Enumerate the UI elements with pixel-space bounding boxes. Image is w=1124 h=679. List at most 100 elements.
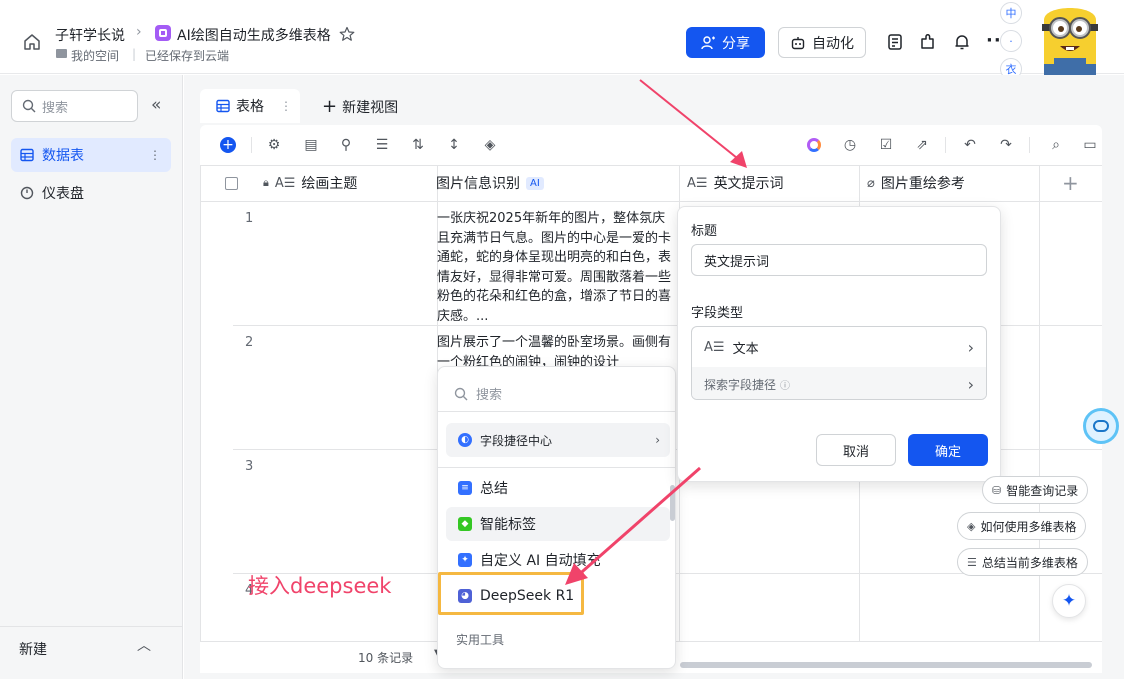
home-icon[interactable] [23,33,41,51]
menu-item-label: 智能标签 [480,517,536,533]
table-icon [20,148,34,162]
column-header-prompt[interactable]: A☰ 英文提示词 [687,165,784,201]
text-field-icon: A☰ [687,175,708,191]
ai-badge: AI [526,176,544,190]
collapse-sidebar-icon[interactable]: « [151,95,161,115]
fill-color-icon[interactable]: ◈ [480,135,500,155]
chevron-up-icon[interactable]: ︿ [137,635,151,655]
divider [0,626,183,627]
my-space-link[interactable]: 我的空间 [71,47,119,64]
field-config-icon[interactable]: ▤ [301,135,321,155]
field-title-input[interactable]: 英文提示词 [691,244,987,276]
divider [438,411,675,412]
new-button[interactable]: 新建 [19,639,47,659]
shortcut-center-icon: ◐ [458,433,472,447]
column-label: 英文提示词 [713,176,784,192]
menu-item-shortcut-center[interactable]: ◐ 字段捷径中心 › [446,423,670,457]
how-to-use-pill[interactable]: ◈ 如何使用多维表格 [957,512,1087,540]
chevron-right-icon: › [967,374,974,394]
star-icon[interactable] [339,26,355,42]
graduation-cap-icon: ◈ [967,519,976,533]
more-vertical-icon[interactable]: ⋮ [149,148,161,162]
menu-item-label: 字段捷径中心 [480,433,553,448]
group-icon[interactable]: ☰ [372,135,392,155]
search-records-icon[interactable]: ⌕ [1046,135,1066,155]
share-label: 分享 [722,35,750,52]
menu-search-placeholder: 搜索 [476,388,503,403]
ai-assistant-icon[interactable] [804,135,824,155]
settings-icon[interactable]: ⚙ [264,135,284,155]
cancel-label: 取消 [842,444,869,460]
folder-icon [56,49,67,58]
field-type-current[interactable]: A☰ 文本 › [692,327,986,367]
ai-assistant-sparkle-icon[interactable]: ✦ [1052,584,1086,618]
select-all-checkbox[interactable] [225,177,238,190]
summarize-pill[interactable]: ☰ 总结当前多维表格 [957,548,1088,576]
info-icon[interactable]: ⓘ [780,377,790,392]
explore-shortcut-row[interactable]: 探索字段捷径 ⓘ › [692,367,986,399]
horizontal-scrollbar[interactable] [680,662,1092,668]
form-icon[interactable] [886,33,904,51]
sort-icon[interactable]: ⇅ [408,135,428,155]
ime-emoji-icon[interactable]: · [1000,30,1022,52]
field-type-select[interactable]: A☰ 文本 › 探索字段捷径 ⓘ › [691,326,987,400]
undo-icon[interactable]: ↶ [960,135,980,155]
menu-item-smart-tag[interactable]: ◆ 智能标签 [446,507,670,541]
checklist-icon[interactable]: ☑ [876,135,896,155]
column-header-reference[interactable]: ⌀ 图片重绘参考 [867,165,965,201]
column-header-recognition[interactable]: 图片信息识别 AI [436,165,544,201]
field-type-value: 文本 [732,341,759,357]
breadcrumb-workspace[interactable]: 子轩学长说 [55,25,125,45]
annotation-label: 接入deepseek [248,574,392,598]
search-icon [22,99,36,113]
confirm-button[interactable]: 确定 [908,434,988,466]
row-height-icon[interactable]: ↕ [444,135,464,155]
new-view-label: 新建视图 [342,100,399,116]
record-count: 10 条记录 [358,651,414,665]
pill-label: 智能查询记录 [1006,483,1079,498]
more-vertical-icon[interactable]: ⋮ [280,99,292,113]
ime-emoji-char: · [1009,34,1013,48]
add-column-icon[interactable]: + [1062,171,1079,195]
filter-icon[interactable]: ⚲ [336,135,356,155]
robot-icon [791,36,805,49]
field-title-value: 英文提示词 [704,254,770,270]
save-status: 已经保存到云端 [145,49,230,63]
tab-grid-view[interactable]: 表格 ⋮ [200,89,300,123]
sidebar-item-label: 仪表盘 [42,186,84,202]
field-type-label: 字段类型 [691,306,744,321]
top-bar: 子轩学长说 › AI绘图自动生成多维表格 我的空间 | 已经保存到云端 分享 自… [0,0,1124,82]
comment-icon[interactable]: ▭ [1080,135,1100,155]
divider: | [132,47,137,61]
cell-recognition[interactable]: 一张庆祝2025年新年的图片，整体氛庆且充满节日气息。图片的中心是一爱的卡通蛇，… [437,209,677,324]
share-out-icon[interactable]: ⇗ [912,135,932,155]
automation-label: 自动化 [812,35,854,52]
cancel-button[interactable]: 取消 [816,434,896,466]
tag-icon: ◆ [458,517,472,531]
table-icon [216,99,230,113]
menu-item-summary[interactable]: ≡ 总结 [446,471,670,505]
new-view-button[interactable]: + 新建视图 [322,97,398,117]
ime-language-icon[interactable]: 中 [1000,2,1022,24]
sidebar-item-datatable[interactable]: 数据表 ⋮ [11,138,171,172]
menu-search-input[interactable]: 搜索 [454,384,502,403]
share-button[interactable]: 分享 [686,27,765,58]
add-record-icon[interactable]: + [220,137,236,153]
plugin-icon[interactable] [919,33,937,51]
history-icon[interactable]: ◷ [840,135,860,155]
menu-scrollbar[interactable] [670,485,675,521]
automation-button[interactable]: 自动化 [778,27,866,58]
bell-icon[interactable] [953,33,971,51]
query-history-pill[interactable]: ⛁ 智能查询记录 [982,476,1089,504]
sidebar-search-input[interactable]: 搜索 [11,90,138,122]
menu-item-label: 自定义 AI 自动填充 [480,553,601,569]
doc-title[interactable]: AI绘图自动生成多维表格 [177,25,331,45]
chat-helper-icon[interactable] [1083,408,1119,444]
sidebar-item-dashboard[interactable]: 仪表盘 [11,176,171,210]
redo-icon[interactable]: ↷ [996,135,1016,155]
summary-icon: ≡ [458,481,472,495]
sidebar-search-placeholder: 搜索 [42,100,69,116]
column-header-theme[interactable]: 🔒︎ A☰ 绘画主题 [263,165,357,201]
field-type-menu: 搜索 ◐ 字段捷径中心 › ≡ 总结 ◆ 智能标签 ✦ 自定义 AI 自动填充 … [437,366,676,669]
column-label: 图片信息识别 [436,176,520,192]
